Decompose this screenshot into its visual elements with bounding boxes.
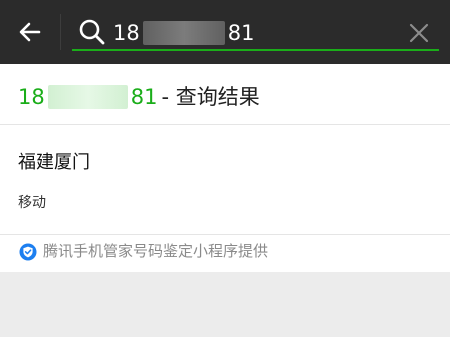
result-title: 18 81 - 查询结果 bbox=[18, 83, 260, 111]
close-icon bbox=[409, 23, 429, 43]
divider bbox=[0, 234, 450, 235]
result-title-suffix: - 查询结果 bbox=[161, 85, 260, 109]
result-number-prefix: 18 bbox=[18, 85, 45, 109]
search-query-suffix: 81 bbox=[227, 21, 255, 45]
top-bar: 18 81 bbox=[0, 0, 450, 64]
search-input-underline bbox=[72, 49, 439, 51]
redacted-digits-mask bbox=[142, 21, 225, 45]
carrier-text: 移动 bbox=[18, 195, 46, 211]
toolbar-divider bbox=[60, 14, 61, 50]
region-text: 福建厦门 bbox=[18, 152, 90, 173]
back-button[interactable] bbox=[8, 12, 52, 52]
clear-search-button[interactable] bbox=[404, 18, 434, 48]
redacted-digits-mask bbox=[47, 85, 128, 109]
arrow-left-icon bbox=[19, 22, 41, 42]
search-input[interactable]: 18 81 bbox=[113, 18, 254, 48]
search-query-prefix: 18 bbox=[113, 21, 140, 45]
divider bbox=[0, 124, 450, 125]
shield-check-icon bbox=[19, 243, 37, 261]
search-icon bbox=[79, 19, 105, 45]
provider-credit-link[interactable]: 腾讯手机管家号码鉴定小程序提供 bbox=[43, 240, 268, 262]
result-number-suffix: 81 bbox=[130, 85, 158, 109]
